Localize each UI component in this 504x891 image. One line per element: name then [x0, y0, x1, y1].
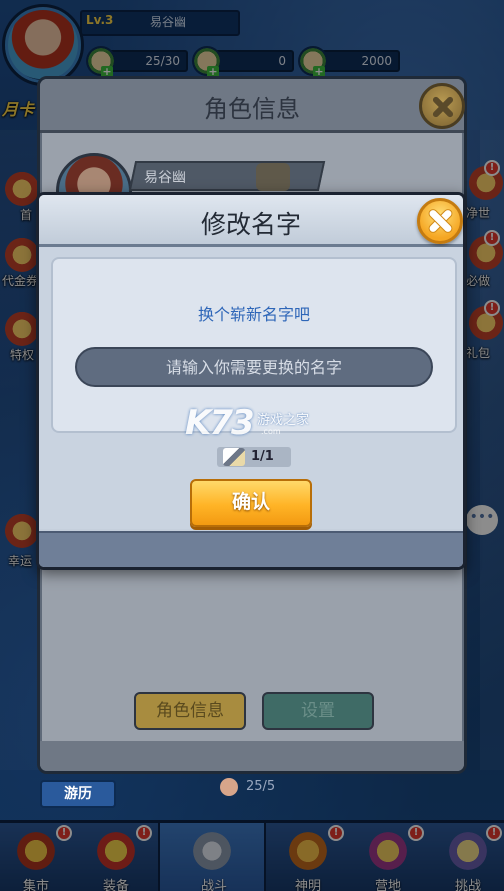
energy-value: 25/5: [246, 779, 276, 794]
close-icon[interactable]: [417, 198, 463, 244]
watermark-cn: 游戏之家: [257, 413, 310, 428]
watermark-logo: K73 游戏之家 .com: [185, 403, 325, 447]
energy-counter: 25/5: [220, 776, 300, 798]
rename-dialog-title: 修改名字: [200, 210, 301, 239]
settings-tab-button[interactable]: 设置: [262, 692, 374, 730]
role-info-footer: [40, 741, 464, 771]
role-info-title: 角色信息: [204, 95, 300, 123]
role-info-header: 角色信息: [40, 79, 465, 133]
edit-name-icon[interactable]: [256, 163, 290, 191]
role-info-close-icon[interactable]: [419, 83, 465, 129]
rename-dialog-footer: [39, 531, 463, 567]
rename-dialog-header: 修改名字: [39, 195, 463, 247]
rename-card-icon: [223, 448, 245, 466]
rename-prompt: 换个崭新名字吧: [197, 305, 310, 324]
energy-icon: [220, 778, 238, 796]
rename-dialog-body: 换个崭新名字吧 1/1 确认: [39, 247, 463, 529]
travel-button[interactable]: 游历: [40, 780, 116, 808]
role-info-name: 易谷幽: [144, 170, 186, 186]
rename-card-count: 1/1: [251, 449, 274, 464]
rename-dialog: 修改名字 换个崭新名字吧 1/1 确认: [36, 192, 466, 570]
role-info-tab-button[interactable]: 角色信息: [134, 692, 246, 730]
watermark-brand: K73: [185, 403, 255, 443]
new-name-input[interactable]: [75, 347, 433, 387]
watermark-url: .com: [261, 427, 281, 436]
rename-card-cost: 1/1: [217, 447, 291, 467]
confirm-button[interactable]: 确认: [190, 479, 312, 527]
